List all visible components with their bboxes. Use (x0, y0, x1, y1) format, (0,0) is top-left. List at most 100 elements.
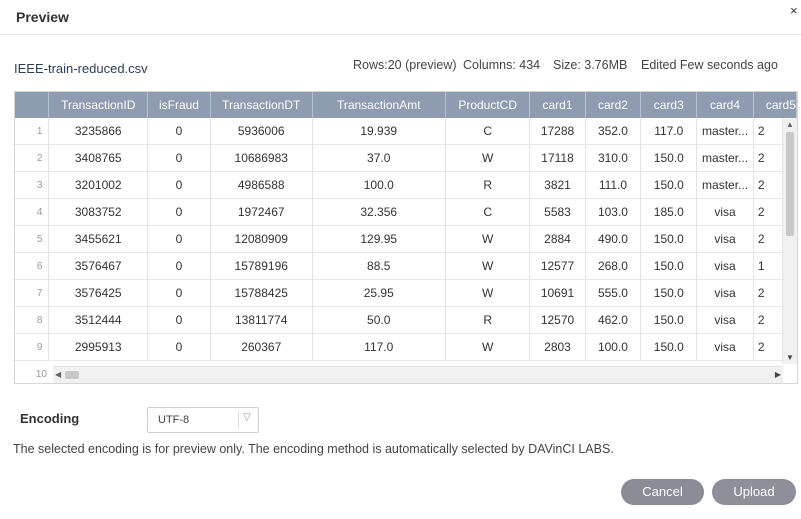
table-cell: 150.0 (640, 252, 698, 280)
table-cell: 5936006 (210, 118, 313, 145)
table-cell: 10691 (529, 279, 586, 307)
table-cell: 150.0 (640, 279, 698, 307)
vertical-scroll-thumb[interactable] (786, 132, 794, 236)
preview-table: TransactionID isFraud TransactionDT Tran… (15, 92, 797, 361)
table-row: 7 3576425 0 15788425 25.95 W 10691 555.0 150.0 vi… (15, 279, 797, 307)
columns-info: Columns: 434 (463, 58, 541, 72)
table-cell: 3201002 (48, 171, 149, 199)
table-row: 6 3576467 0 15789196 88.5 W 12577 268.0 150.0 vis… (15, 252, 797, 280)
table-cell: 150.0 (640, 306, 698, 334)
table-cell: 117.0 (640, 118, 698, 145)
horizontal-scrollbar[interactable]: ◀ ▶ (53, 366, 783, 383)
row-index: 5 (15, 225, 50, 253)
column-header[interactable]: card3 (640, 92, 698, 118)
scroll-right-icon[interactable]: ▶ (775, 370, 781, 379)
table-cell: 352.0 (585, 118, 642, 145)
row-index: 3 (15, 171, 50, 199)
table-row: 2 3408765 0 10686983 37.0 W 17118 310.0 150.0 mas… (15, 144, 797, 172)
table-row: 5 3455621 0 12080909 129.95 W 2884 490.0 150.0 vi… (15, 225, 797, 253)
table-row: 8 3512444 0 13811774 50.0 R 12570 462.0 150.0 vis… (15, 306, 797, 334)
row-index: 1 (15, 118, 50, 145)
table-cell: 150.0 (640, 225, 698, 253)
table-cell: 150.0 (640, 333, 698, 361)
cancel-button[interactable]: Cancel (621, 479, 704, 505)
table-cell: 268.0 (585, 252, 642, 280)
table-cell: 150.0 (640, 171, 698, 199)
scroll-left-icon[interactable]: ◀ (55, 370, 61, 379)
scroll-up-icon[interactable]: ▲ (786, 120, 794, 129)
table-cell: 88.5 (312, 252, 446, 280)
table-cell: 185.0 (640, 198, 698, 226)
table-row: 1 3235866 0 5936006 19.939 C 17288 352.0 117.0 ma… (15, 118, 797, 145)
table-cell: visa (696, 279, 754, 307)
upload-button[interactable]: Upload (712, 479, 796, 505)
table-cell: 0 (147, 333, 211, 361)
encoding-select[interactable]: UTF-8 ▽ (147, 407, 259, 433)
vertical-scrollbar[interactable]: ▲ ▼ (782, 118, 797, 364)
row-index: 4 (15, 198, 50, 226)
table-cell: 3512444 (48, 306, 149, 334)
table-cell: C (445, 198, 531, 226)
table-cell: W (445, 333, 531, 361)
column-header[interactable]: TransactionID (48, 92, 149, 118)
encoding-value: UTF-8 (158, 414, 190, 426)
table-cell: 0 (147, 225, 211, 253)
column-header[interactable]: ProductCD (445, 92, 531, 118)
row-index: 8 (15, 306, 50, 334)
horizontal-scroll-thumb[interactable] (65, 371, 79, 379)
scroll-down-icon[interactable]: ▼ (786, 353, 794, 362)
index-header (15, 92, 50, 118)
table-cell: 37.0 (312, 144, 446, 172)
table-cell: 12080909 (210, 225, 313, 253)
table-cell: 15788425 (210, 279, 313, 307)
table-cell: master... (696, 144, 754, 172)
table-cell: 3408765 (48, 144, 149, 172)
table-cell: 490.0 (585, 225, 642, 253)
table-cell: 12570 (529, 306, 586, 334)
table-cell: 4986588 (210, 171, 313, 199)
table-cell: 0 (147, 306, 211, 334)
table-cell: 310.0 (585, 144, 642, 172)
table-cell: visa (696, 225, 754, 253)
table-cell: 3083752 (48, 198, 149, 226)
table-row: 9 2995913 0 260367 117.0 W 2803 100.0 150.0 visa 2 (15, 333, 797, 361)
column-header[interactable]: isFraud (147, 92, 211, 118)
table-cell: 19.939 (312, 118, 446, 145)
table-cell: 15789196 (210, 252, 313, 280)
table-cell: 0 (147, 198, 211, 226)
edited-info: Edited Few seconds ago (641, 58, 778, 72)
row-index: 2 (15, 144, 50, 172)
dialog-title: Preview (16, 9, 69, 25)
column-header[interactable]: TransactionAmt (312, 92, 446, 118)
chevron-down-icon[interactable]: ▽ (243, 412, 251, 423)
column-header[interactable]: card4 (696, 92, 754, 118)
column-header[interactable]: TransactionDT (210, 92, 313, 118)
preview-grid: TransactionID isFraud TransactionDT Tran… (14, 91, 798, 384)
close-icon[interactable]: × (790, 4, 798, 17)
table-cell: 50.0 (312, 306, 446, 334)
table-cell: W (445, 252, 531, 280)
column-header[interactable]: card2 (585, 92, 642, 118)
table-cell: 0 (147, 171, 211, 199)
select-divider (238, 411, 239, 428)
table-cell: 555.0 (585, 279, 642, 307)
table-cell: 0 (147, 279, 211, 307)
table-cell: 25.95 (312, 279, 446, 307)
table-cell: 2995913 (48, 333, 149, 361)
table-cell: visa (696, 306, 754, 334)
column-header[interactable]: card5 (753, 92, 797, 118)
table-cell: visa (696, 333, 754, 361)
table-cell: 12577 (529, 252, 586, 280)
table-cell: master... (696, 118, 754, 145)
table-cell: 2803 (529, 333, 586, 361)
table-cell: 117.0 (312, 333, 446, 361)
rows-info: Rows:20 (preview) (353, 58, 457, 72)
table-cell: 32.356 (312, 198, 446, 226)
column-header[interactable]: card1 (529, 92, 586, 118)
table-cell: 100.0 (312, 171, 446, 199)
table-cell: 13811774 (210, 306, 313, 334)
file-name: IEEE-train-reduced.csv (14, 61, 148, 76)
header-row: TransactionID isFraud TransactionDT Tran… (15, 92, 797, 118)
table-cell: master... (696, 171, 754, 199)
table-cell: R (445, 171, 531, 199)
